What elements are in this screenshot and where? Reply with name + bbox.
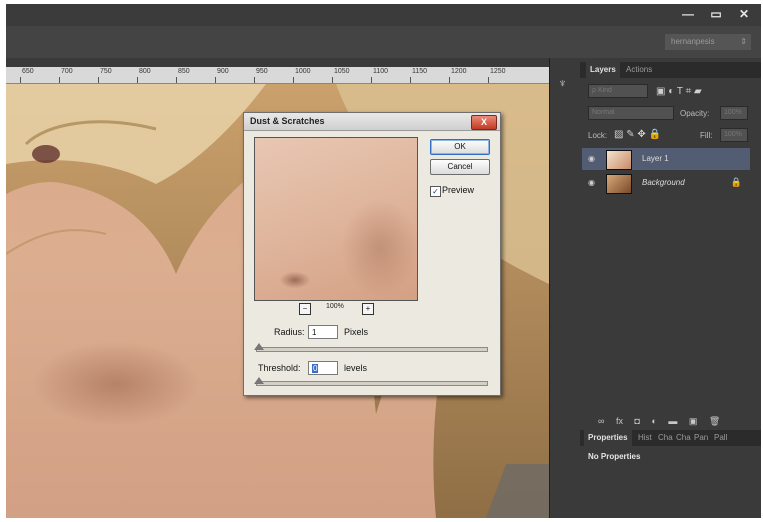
properties-panel-body: No Properties <box>580 446 761 518</box>
horizontal-ruler: 650 700 750 800 850 900 950 1000 1050 1100 1150 120… <box>6 67 549 84</box>
workspace-arrow-icon: ⇕ <box>740 37 747 46</box>
ruler-tick-mark <box>332 77 333 83</box>
zoom-in-button[interactable]: + <box>362 303 374 315</box>
cancel-button[interactable]: Cancel <box>430 159 490 175</box>
ruler-tick-mark <box>449 77 450 83</box>
no-properties-text: No Properties <box>588 452 641 461</box>
link-layers-icon[interactable]: ∞ <box>598 416 604 426</box>
opacity-field[interactable]: 100% <box>720 106 748 120</box>
dust-scratches-dialog: Dust & Scratches X − 100% + OK Cancel ✓ … <box>243 112 501 396</box>
trash-icon[interactable]: 🗑 <box>709 416 720 426</box>
ruler-tick-label: 1050 <box>334 68 350 75</box>
ruler-tick-label: 1000 <box>295 68 311 75</box>
ruler-tick-mark <box>371 77 372 83</box>
opacity-label: Opacity: <box>680 109 710 118</box>
tab-layers[interactable]: Layers <box>586 62 620 78</box>
threshold-slider-thumb[interactable] <box>254 377 264 384</box>
ruler-tick-mark <box>98 77 99 83</box>
filter-icons[interactable]: ▣ ◐ T ⌗ ▰ <box>656 86 756 97</box>
workspace-switcher[interactable]: hernanpesis ⇕ <box>665 34 751 50</box>
ruler-tick-label: 650 <box>22 68 34 75</box>
new-layer-icon[interactable]: ▣ <box>689 416 698 426</box>
title-bar: — ▭ ✕ <box>6 4 761 26</box>
tab-actions[interactable]: Actions <box>622 62 656 78</box>
radius-slider-thumb[interactable] <box>254 343 264 350</box>
new-group-icon[interactable]: ▬ <box>668 416 677 426</box>
properties-panel-tabs: Properties Hist Cha Cha Pan Pall <box>580 430 761 446</box>
ruler-tick-mark <box>176 77 177 83</box>
brush-presets-icon[interactable]: ♆ <box>558 76 567 90</box>
radius-input[interactable]: 1 <box>308 325 338 339</box>
ruler-tick-label: 1150 <box>412 68 428 75</box>
ok-button[interactable]: OK <box>430 139 490 155</box>
preview-checkbox[interactable]: ✓ <box>430 186 441 197</box>
ruler-tick-mark <box>20 77 21 83</box>
minimize-button[interactable]: — <box>674 6 702 23</box>
dialog-title: Dust & Scratches <box>250 116 325 126</box>
panels-dock: Layers Actions ρ Kind ▣ ◐ T ⌗ ▰ Normal O… <box>580 58 761 518</box>
restore-button[interactable]: ▭ <box>702 6 730 23</box>
tab-paragraph[interactable]: Pan <box>690 430 712 446</box>
ruler-tick-mark <box>137 77 138 83</box>
layer-row-layer-1[interactable]: ◉ Layer 1 <box>582 148 750 170</box>
filter-kind-label: Kind <box>597 87 612 94</box>
threshold-label: Threshold: <box>258 363 301 373</box>
adjustment-layer-icon[interactable]: ◐ <box>651 416 656 426</box>
radius-label: Radius: <box>274 327 305 337</box>
layers-panel-tabs: Layers Actions <box>580 62 761 78</box>
layer-thumbnail <box>606 150 632 170</box>
ruler-tick-label: 1100 <box>373 68 389 75</box>
layer-row-background[interactable]: ◉ Background 🔒 <box>582 172 750 194</box>
close-window-button[interactable]: ✕ <box>730 6 758 23</box>
tab-history[interactable]: Hist <box>634 430 656 446</box>
ruler-tick-label: 1250 <box>490 68 506 75</box>
threshold-slider-track[interactable] <box>256 381 488 386</box>
ruler-tick-mark <box>215 77 216 83</box>
radius-slider-track[interactable] <box>256 347 488 352</box>
photoshop-window: — ▭ ✕ hernanpesis ⇕ 650 700 750 800 850 900 95… <box>6 4 761 518</box>
layer-name: Layer 1 <box>642 154 669 163</box>
ruler-tick-mark <box>59 77 60 83</box>
threshold-value: 0 <box>312 364 319 373</box>
ruler-tick-mark <box>254 77 255 83</box>
visibility-eye-icon[interactable]: ◉ <box>588 178 595 187</box>
threshold-unit: levels <box>344 363 368 373</box>
fill-field[interactable]: 100% <box>720 128 748 142</box>
fill-label: Fill: <box>700 131 713 140</box>
fx-icon[interactable]: fx <box>616 416 623 426</box>
visibility-eye-icon[interactable]: ◉ <box>588 154 595 163</box>
layer-name: Background <box>642 178 685 187</box>
layer-thumbnail <box>606 174 632 194</box>
dialog-close-button[interactable]: X <box>471 115 497 130</box>
options-bar: hernanpesis ⇕ <box>6 26 761 59</box>
document-tab-strip <box>6 58 549 67</box>
tab-properties[interactable]: Properties <box>584 430 632 446</box>
ruler-tick-label: 750 <box>100 68 112 75</box>
filter-preview-window[interactable] <box>254 137 418 301</box>
ruler-tick-label: 900 <box>217 68 229 75</box>
ruler-tick-label: 950 <box>256 68 268 75</box>
threshold-input[interactable]: 0 <box>308 361 338 375</box>
workspace-name: hernanpesis <box>671 37 715 46</box>
zoom-level: 100% <box>326 303 344 310</box>
dialog-title-bar[interactable]: Dust & Scratches X <box>244 113 500 131</box>
add-mask-icon[interactable]: ◘ <box>634 416 639 426</box>
collapsed-panel-strip: ♆ <box>549 58 581 518</box>
ruler-tick-label: 800 <box>139 68 151 75</box>
preview-label: Preview <box>442 185 475 195</box>
ruler-tick-label: 1200 <box>451 68 467 75</box>
zoom-out-button[interactable]: − <box>299 303 311 315</box>
ruler-tick-label: 850 <box>178 68 190 75</box>
ruler-tick-mark <box>410 77 411 83</box>
layers-footer-toolbar: ∞ fx ◘ ◐ ▬ ▣ 🗑 <box>598 416 758 430</box>
ruler-tick-mark <box>293 77 294 83</box>
blend-mode-select[interactable]: Normal <box>588 106 674 120</box>
layer-filter-select[interactable]: ρ Kind <box>588 84 648 98</box>
ruler-tick-label: 700 <box>61 68 73 75</box>
lock-icons[interactable]: ▨ ✎ ✥ 🔒 <box>614 129 694 140</box>
tab-palette[interactable]: Pall <box>710 430 731 446</box>
radius-unit: Pixels <box>344 327 369 337</box>
ruler-tick-mark <box>488 77 489 83</box>
lock-icon: 🔒 <box>730 177 742 187</box>
